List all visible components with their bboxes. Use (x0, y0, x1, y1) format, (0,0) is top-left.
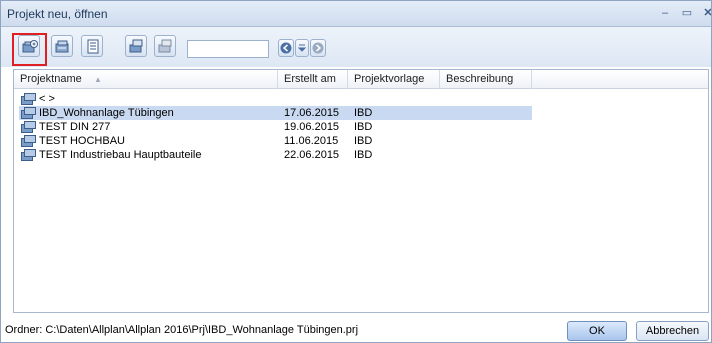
column-label: Erstellt am (284, 73, 336, 85)
ok-button[interactable]: OK (567, 321, 627, 341)
arrow-right-icon (312, 42, 324, 54)
delete-icon (158, 39, 172, 53)
search-input[interactable] (187, 40, 269, 58)
properties-icon (87, 39, 99, 54)
delete-project-button[interactable] (154, 35, 176, 57)
toolbar (1, 27, 711, 67)
previous-button[interactable] (278, 39, 294, 57)
close-icon[interactable]: ✕ (701, 6, 711, 20)
list-item-parent[interactable]: < > (14, 92, 708, 106)
column-header-projektname[interactable]: Projektname ▲ (14, 70, 278, 89)
column-header-beschreibung[interactable]: Beschreibung (440, 70, 532, 89)
chevron-down-icon (297, 44, 307, 52)
list-header: Projektname ▲ Erstellt am Projektvorlage… (14, 70, 708, 89)
project-icon (21, 149, 36, 161)
next-button[interactable] (310, 39, 326, 57)
column-header-projektvorlage[interactable]: Projektvorlage (348, 70, 440, 89)
project-date: 19.06.2015 (284, 121, 340, 133)
project-template: IBD (354, 135, 373, 147)
project-template: IBD (354, 107, 373, 119)
project-name: TEST Industriebau Hauptbauteile (39, 149, 202, 161)
column-label: Projektname (20, 73, 82, 85)
folder-path: Ordner: C:\Daten\Allplan\Allplan 2016\Pr… (5, 324, 359, 336)
list-item-test-din-277[interactable]: TEST DIN 277 19.06.2015 IBD (14, 120, 708, 134)
arrow-left-icon (280, 42, 292, 54)
title-bar[interactable]: Projekt neu, öffnen – ▭ ✕ (1, 1, 711, 27)
maximize-icon[interactable]: ▭ (680, 6, 694, 20)
open-project-button[interactable] (51, 35, 73, 57)
list-item-ibd-wohnanlage[interactable]: IBD_Wohnanlage Tübingen 17.06.2015 IBD (14, 106, 708, 120)
sort-arrow-icon: ▲ (94, 75, 102, 84)
project-icon (21, 93, 36, 105)
dialog-title: Projekt neu, öffnen (7, 7, 108, 21)
project-template: IBD (354, 149, 373, 161)
project-name: < > (39, 93, 55, 105)
project-icon (21, 121, 36, 133)
open-project-icon (55, 40, 69, 53)
copy-project-button[interactable] (125, 35, 147, 57)
project-date: 22.06.2015 (284, 149, 340, 161)
project-icon (21, 107, 36, 119)
column-label: Projektvorlage (354, 73, 425, 85)
new-project-button[interactable] (18, 35, 40, 57)
project-name: IBD_Wohnanlage Tübingen (39, 107, 174, 119)
project-dialog: Projekt neu, öffnen – ▭ ✕ Projektname ▲ … (0, 0, 712, 343)
list-item-test-industriebau[interactable]: TEST Industriebau Hauptbauteile 22.06.20… (14, 148, 708, 162)
project-name: TEST HOCHBAU (39, 135, 125, 147)
project-date: 17.06.2015 (284, 107, 340, 119)
project-list[interactable]: Projektname ▲ Erstellt am Projektvorlage… (13, 69, 709, 313)
column-label: Beschreibung (446, 73, 514, 85)
dropdown-button[interactable] (295, 39, 309, 57)
list-item-test-hochbau[interactable]: TEST HOCHBAU 11.06.2015 IBD (14, 134, 708, 148)
project-icon (21, 135, 36, 147)
properties-button[interactable] (81, 35, 103, 57)
project-template: IBD (354, 121, 373, 133)
project-name: TEST DIN 277 (39, 121, 111, 133)
column-header-erstellt-am[interactable]: Erstellt am (278, 70, 348, 89)
copy-icon (129, 39, 143, 53)
minimize-icon[interactable]: – (658, 6, 672, 20)
cancel-button[interactable]: Abbrechen (636, 321, 709, 341)
project-date: 11.06.2015 (284, 135, 339, 147)
new-project-icon (22, 40, 38, 53)
